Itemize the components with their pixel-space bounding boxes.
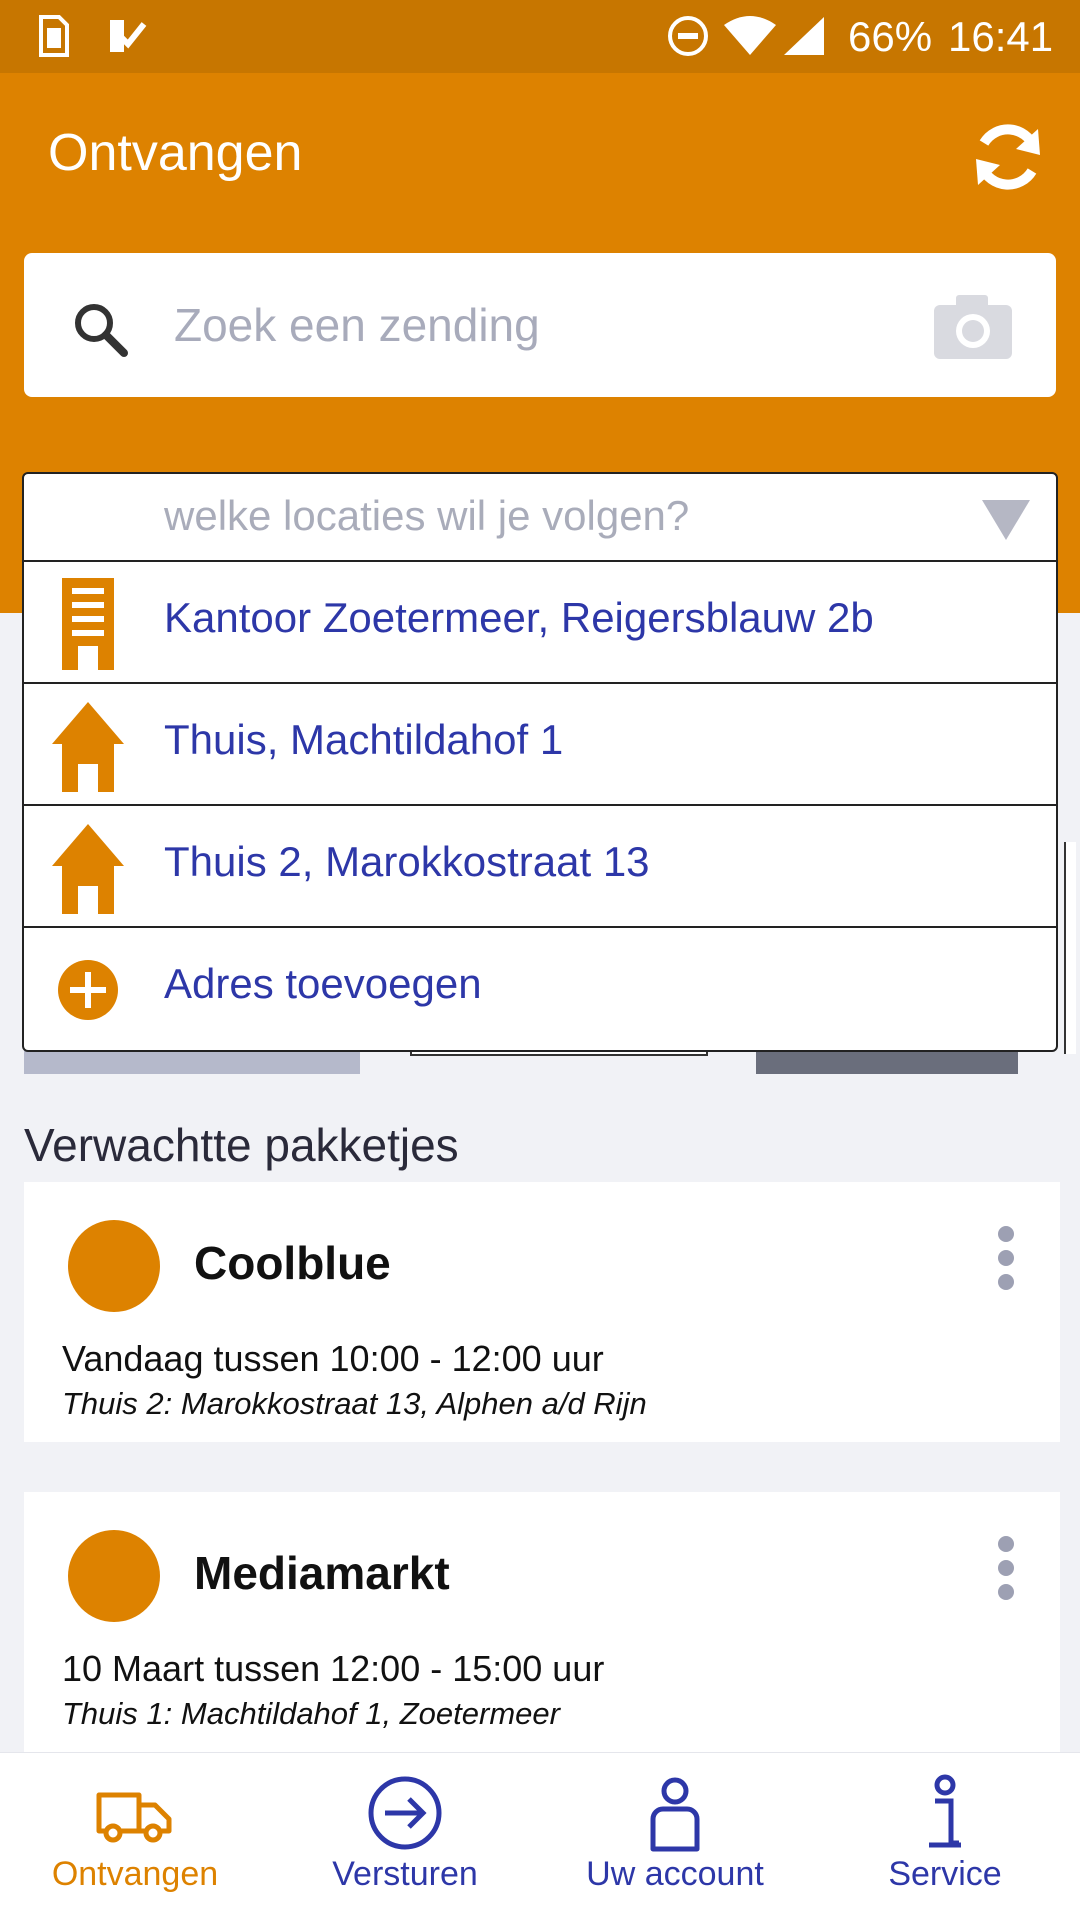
signal-icon [782,14,826,58]
nav-ontvangen[interactable]: Ontvangen [0,1753,270,1920]
person-icon [635,1773,715,1853]
sim-icon [38,14,70,58]
camera-icon[interactable] [932,291,1014,361]
office-building-icon [48,576,128,672]
house-icon [48,820,128,916]
nav-label: Ontvangen [51,1855,219,1893]
delivery-van-icon [95,1773,175,1853]
wifi-icon [722,14,778,58]
location-item-home-1[interactable]: Thuis, Machtildahof 1 [24,684,1056,806]
location-label: Thuis, Machtildahof 1 [164,716,564,763]
more-options-icon[interactable] [996,1536,1016,1600]
sender-avatar [68,1530,160,1622]
section-title: Verwachtte pakketjes [24,1119,459,1171]
clock: 16:41 [948,13,1054,60]
nav-versturen[interactable]: Versturen [270,1753,540,1920]
search-input[interactable] [174,289,914,361]
refresh-icon[interactable] [968,117,1048,197]
sender-name: Coolblue [194,1237,391,1289]
dropdown-prompt: welke locaties wil je volgen? [164,492,690,539]
nav-service[interactable]: Service [810,1753,1080,1920]
nav-account[interactable]: Uw account [540,1753,810,1920]
search-icon [70,299,130,359]
location-label: Thuis 2, Marokkostraat 13 [164,838,650,885]
check-icon [106,14,148,58]
more-options-icon[interactable] [996,1226,1016,1290]
house-icon [48,698,128,794]
chevron-down-icon[interactable] [982,500,1030,540]
add-address-label: Adres toevoegen [164,960,482,1007]
nav-label: Uw account [586,1855,764,1893]
location-dropdown[interactable]: welke locaties wil je volgen? Kantoor Zo… [22,472,1058,1052]
add-circle-icon [48,942,128,1038]
location-item-home-2[interactable]: Thuis 2, Marokkostraat 13 [24,806,1056,928]
delivery-address: Thuis 2: Marokkostraat 13, Alphen a/d Ri… [62,1386,647,1421]
background-tile [1064,842,1076,1054]
nav-label: Service [888,1855,1002,1893]
location-item-office[interactable]: Kantoor Zoetermeer, Reigersblauw 2b [24,562,1056,684]
dnd-icon [666,14,710,58]
page-title: Ontvangen [48,124,303,182]
package-card[interactable]: Mediamarkt 10 Maart tussen 12:00 - 15:00… [24,1492,1060,1752]
send-arrow-icon [365,1773,445,1853]
bottom-navigation: Ontvangen Versturen Uw account Service [0,1752,1080,1920]
sender-avatar [68,1220,160,1312]
status-bar: 66% 16:41 [0,0,1080,73]
delivery-time: 10 Maart tussen 12:00 - 15:00 uur [62,1648,605,1689]
add-address-item[interactable]: Adres toevoegen [24,928,1056,1050]
location-label: Kantoor Zoetermeer, Reigersblauw 2b [164,594,874,641]
delivery-address: Thuis 1: Machtildahof 1, Zoetermeer [62,1696,560,1731]
sender-name: Mediamarkt [194,1547,450,1599]
delivery-time: Vandaag tussen 10:00 - 12:00 uur [62,1338,604,1379]
search-bar[interactable] [24,253,1056,397]
info-icon [905,1773,985,1853]
nav-label: Versturen [332,1855,478,1893]
dropdown-header[interactable]: welke locaties wil je volgen? [24,474,1056,562]
package-card[interactable]: Coolblue Vandaag tussen 10:00 - 12:00 uu… [24,1182,1060,1442]
battery-percentage: 66% [848,13,933,60]
